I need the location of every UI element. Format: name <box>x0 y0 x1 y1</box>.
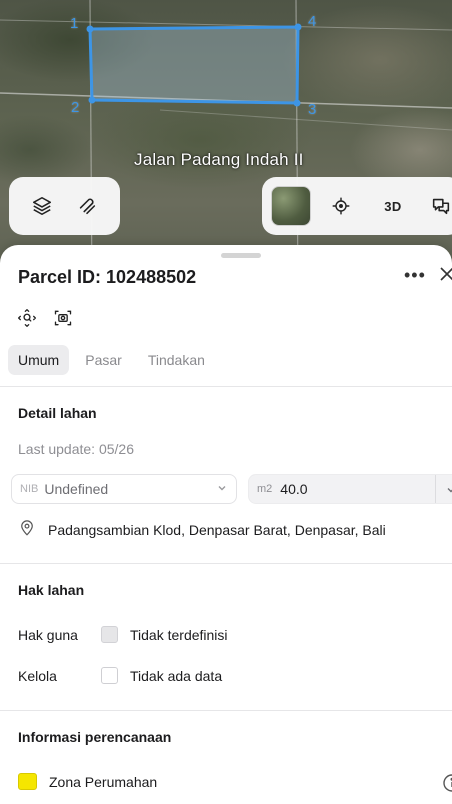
hak-heading: Hak lahan <box>18 582 85 598</box>
detail-heading: Detail lahan <box>18 405 97 421</box>
hak-guna-value: Tidak terdefinisi <box>130 627 228 643</box>
sheet-tabs: Umum Pasar Tindakan <box>8 345 215 375</box>
hak-guna-checkbox[interactable] <box>101 626 118 643</box>
satellite-thumbnail[interactable] <box>271 186 311 226</box>
location-pin-icon <box>18 519 36 540</box>
area-value: 40.0 <box>280 481 308 497</box>
info-icon[interactable] <box>442 773 452 798</box>
kelola-checkbox[interactable] <box>101 667 118 684</box>
hak-guna-label: Hak guna <box>18 627 78 643</box>
vertex-label-2: 2 <box>71 99 80 116</box>
crosshair-icon[interactable] <box>321 186 361 226</box>
area-field[interactable]: m2 40.0 <box>248 474 452 504</box>
street-label: Jalan Padang Indah II <box>134 150 304 169</box>
close-icon[interactable] <box>440 267 452 287</box>
layers-icon[interactable] <box>22 186 62 226</box>
measure-icon[interactable] <box>67 186 107 226</box>
more-options-button[interactable]: ••• <box>404 265 426 286</box>
vertex-label-3: 3 <box>308 101 317 118</box>
chevron-down-icon <box>216 481 228 497</box>
zoom-to-parcel-icon[interactable] <box>16 307 38 329</box>
tab-umum[interactable]: Umum <box>8 345 70 375</box>
zone-row[interactable]: Zona Perumahan <box>18 773 157 790</box>
vertex-label-1: 1 <box>70 15 79 32</box>
kelola-label: Kelola <box>18 668 57 684</box>
tab-pasar[interactable]: Pasar <box>75 345 132 375</box>
field-separator <box>435 475 436 503</box>
nib-prefix: NIB <box>20 483 39 495</box>
tab-tindakan[interactable]: Tindakan <box>138 345 215 375</box>
screenshot-icon[interactable] <box>52 307 74 329</box>
area-unit: m2 <box>257 483 273 495</box>
chat-icon[interactable] <box>421 186 452 226</box>
last-update: Last update: 05/26 <box>18 441 134 457</box>
parcel-actions <box>16 307 74 329</box>
vertex-label-4: 4 <box>308 13 317 30</box>
3d-button[interactable]: 3D <box>373 186 413 226</box>
planning-heading: Informasi perencanaan <box>18 729 172 745</box>
nib-value: Undefined <box>44 481 109 497</box>
zone-color-swatch <box>18 773 37 790</box>
map-tools-right: 3D <box>262 177 452 235</box>
parcel-title: Parcel ID: 102488502 <box>18 267 197 287</box>
divider <box>0 563 452 564</box>
nib-select[interactable]: NIB Undefined <box>11 474 237 504</box>
selected-parcel <box>88 25 300 105</box>
divider <box>0 710 452 711</box>
chevron-down-icon[interactable] <box>445 483 452 499</box>
zone-label: Zona Perumahan <box>49 773 158 790</box>
kelola-value: Tidak ada data <box>130 668 223 684</box>
map-tools-left <box>9 177 120 235</box>
parcel-sheet: Parcel ID: 102488502 ••• Umum Pasar Tind… <box>0 245 452 804</box>
divider <box>0 386 452 387</box>
sheet-drag-handle[interactable] <box>221 253 261 258</box>
address-row: Padangsambian Klod, Denpasar Barat, Denp… <box>18 519 386 540</box>
address-text: Padangsambian Klod, Denpasar Barat, Denp… <box>48 521 386 538</box>
